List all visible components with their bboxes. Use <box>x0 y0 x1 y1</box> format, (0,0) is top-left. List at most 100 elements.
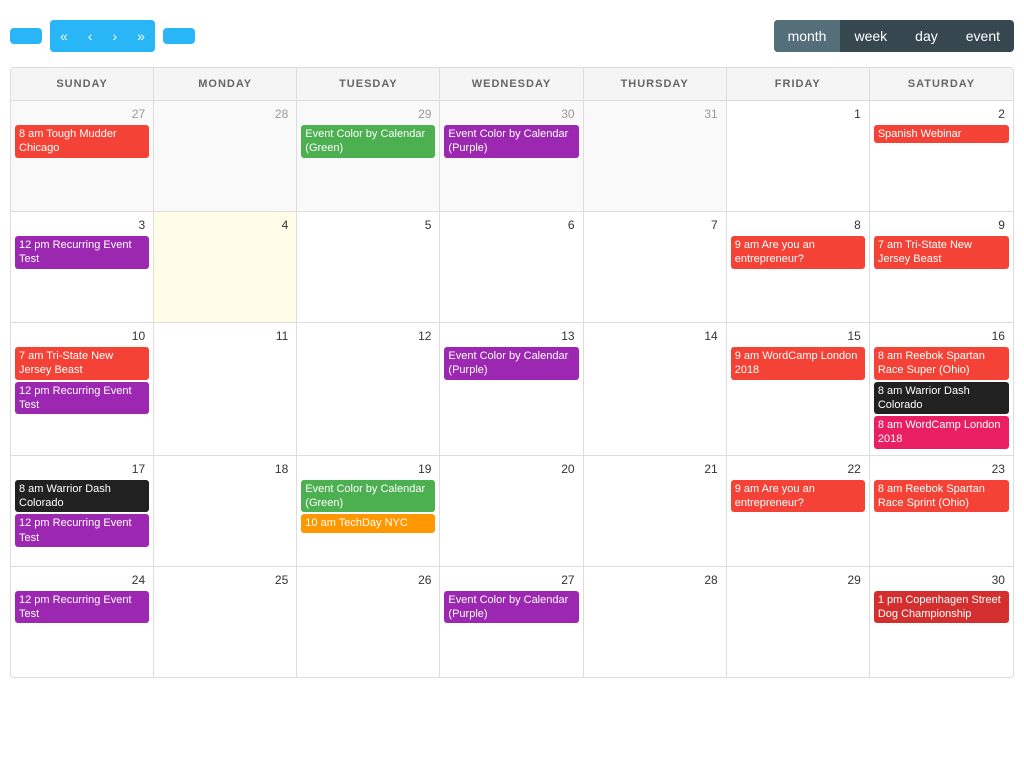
day-cell[interactable]: 2412 pm Recurring Event Test <box>11 567 154 677</box>
day-cell[interactable]: 12 <box>297 323 440 455</box>
day-header-friday: FRIDAY <box>727 68 870 100</box>
day-cell[interactable]: 178 am Warrior Dash Colorado12 pm Recurr… <box>11 456 154 566</box>
day-cell[interactable]: 4 <box>154 212 297 322</box>
calendar-event[interactable]: 12 pm Recurring Event Test <box>15 236 149 269</box>
day-cell[interactable]: 89 am Are you an entrepreneur? <box>727 212 870 322</box>
day-number: 11 <box>158 327 292 347</box>
day-number: 8 <box>731 216 865 236</box>
day-cell[interactable]: 107 am Tri-State New Jersey Beast12 pm R… <box>11 323 154 455</box>
calendar-event[interactable]: 1 pm Copenhagen Street Dog Championship <box>874 591 1009 624</box>
nav-prev-button[interactable]: ‹ <box>78 20 103 52</box>
week-row-4: 2412 pm Recurring Event Test252627Event … <box>11 567 1013 677</box>
day-number: 5 <box>301 216 435 236</box>
day-number: 27 <box>444 571 578 591</box>
day-cell[interactable]: 2Spanish Webinar <box>870 101 1013 211</box>
day-cell[interactable]: 28 <box>584 567 727 677</box>
calendar-event[interactable]: 8 am Warrior Dash Colorado <box>874 382 1009 415</box>
calendar-button[interactable] <box>10 28 42 44</box>
day-header-tuesday: TUESDAY <box>297 68 440 100</box>
day-number: 1 <box>731 105 865 125</box>
day-cell[interactable]: 1 <box>727 101 870 211</box>
day-number: 28 <box>158 105 292 125</box>
calendar-event[interactable]: 9 am Are you an entrepreneur? <box>731 236 865 269</box>
day-number: 20 <box>444 460 578 480</box>
day-number: 28 <box>588 571 722 591</box>
day-number: 24 <box>15 571 149 591</box>
day-number: 21 <box>588 460 722 480</box>
nav-button-group: « ‹ › » <box>50 20 155 52</box>
day-cell[interactable]: 7 <box>584 212 727 322</box>
calendar-grid: SUNDAYMONDAYTUESDAYWEDNESDAYTHURSDAYFRID… <box>10 67 1014 678</box>
calendar-event[interactable]: 8 am Tough Mudder Chicago <box>15 125 149 158</box>
day-cell[interactable]: 26 <box>297 567 440 677</box>
calendar-event[interactable]: Event Color by Calendar (Purple) <box>444 591 578 624</box>
calendar-event[interactable]: Event Color by Calendar (Purple) <box>444 347 578 380</box>
week-row-1: 312 pm Recurring Event Test456789 am Are… <box>11 212 1013 323</box>
day-cell[interactable]: 18 <box>154 456 297 566</box>
day-cell[interactable]: 11 <box>154 323 297 455</box>
today-button[interactable] <box>163 28 195 44</box>
day-number: 17 <box>15 460 149 480</box>
day-cell[interactable]: 229 am Are you an entrepreneur? <box>727 456 870 566</box>
view-week-button[interactable]: week <box>840 20 901 52</box>
day-number: 30 <box>444 105 578 125</box>
calendar-event[interactable]: 9 am WordCamp London 2018 <box>731 347 865 380</box>
day-header-saturday: SATURDAY <box>870 68 1013 100</box>
day-cell[interactable]: 14 <box>584 323 727 455</box>
calendar-event[interactable]: 7 am Tri-State New Jersey Beast <box>874 236 1009 269</box>
day-number: 7 <box>588 216 722 236</box>
day-cell[interactable]: 238 am Reebok Spartan Race Sprint (Ohio) <box>870 456 1013 566</box>
day-cell[interactable]: 31 <box>584 101 727 211</box>
day-cell[interactable]: 20 <box>440 456 583 566</box>
day-cell[interactable]: 25 <box>154 567 297 677</box>
day-cell[interactable]: 19Event Color by Calendar (Green)10 am T… <box>297 456 440 566</box>
calendar-event[interactable]: 12 pm Recurring Event Test <box>15 591 149 624</box>
weeks-container: 278 am Tough Mudder Chicago2829Event Col… <box>11 101 1013 677</box>
day-number: 23 <box>874 460 1009 480</box>
day-cell[interactable]: 13Event Color by Calendar (Purple) <box>440 323 583 455</box>
calendar-event[interactable]: 12 pm Recurring Event Test <box>15 514 149 547</box>
day-cell[interactable]: 21 <box>584 456 727 566</box>
day-number: 16 <box>874 327 1009 347</box>
calendar-event[interactable]: Event Color by Calendar (Green) <box>301 125 435 158</box>
day-number: 27 <box>15 105 149 125</box>
day-number: 13 <box>444 327 578 347</box>
calendar-event[interactable]: 9 am Are you an entrepreneur? <box>731 480 865 513</box>
view-event-button[interactable]: event <box>952 20 1014 52</box>
day-cell[interactable]: 312 pm Recurring Event Test <box>11 212 154 322</box>
calendar-event[interactable]: Event Color by Calendar (Purple) <box>444 125 578 158</box>
day-number: 14 <box>588 327 722 347</box>
day-cell[interactable]: 159 am WordCamp London 2018 <box>727 323 870 455</box>
nav-last-button[interactable]: » <box>127 20 155 52</box>
week-row-0: 278 am Tough Mudder Chicago2829Event Col… <box>11 101 1013 212</box>
day-number: 10 <box>15 327 149 347</box>
day-cell[interactable]: 27Event Color by Calendar (Purple) <box>440 567 583 677</box>
day-cell[interactable]: 28 <box>154 101 297 211</box>
day-cell[interactable]: 30Event Color by Calendar (Purple) <box>440 101 583 211</box>
view-month-button[interactable]: month <box>774 20 841 52</box>
day-cell[interactable]: 6 <box>440 212 583 322</box>
day-cell[interactable]: 29Event Color by Calendar (Green) <box>297 101 440 211</box>
day-cell[interactable]: 97 am Tri-State New Jersey Beast <box>870 212 1013 322</box>
calendar-event[interactable]: 10 am TechDay NYC <box>301 514 435 532</box>
calendar-event[interactable]: Spanish Webinar <box>874 125 1009 143</box>
nav-first-button[interactable]: « <box>50 20 78 52</box>
day-cell[interactable]: 301 pm Copenhagen Street Dog Championshi… <box>870 567 1013 677</box>
calendar-event[interactable]: 8 am Warrior Dash Colorado <box>15 480 149 513</box>
calendar-event[interactable]: 7 am Tri-State New Jersey Beast <box>15 347 149 380</box>
calendar-event[interactable]: 8 am WordCamp London 2018 <box>874 416 1009 449</box>
calendar-event[interactable]: 8 am Reebok Spartan Race Sprint (Ohio) <box>874 480 1009 513</box>
nav-next-button[interactable]: › <box>102 20 127 52</box>
day-cell[interactable]: 168 am Reebok Spartan Race Super (Ohio)8… <box>870 323 1013 455</box>
view-day-button[interactable]: day <box>901 20 952 52</box>
day-cell[interactable]: 29 <box>727 567 870 677</box>
day-cell[interactable]: 278 am Tough Mudder Chicago <box>11 101 154 211</box>
day-number: 12 <box>301 327 435 347</box>
day-number: 2 <box>874 105 1009 125</box>
day-number: 4 <box>158 216 292 236</box>
day-number: 6 <box>444 216 578 236</box>
calendar-event[interactable]: Event Color by Calendar (Green) <box>301 480 435 513</box>
calendar-event[interactable]: 8 am Reebok Spartan Race Super (Ohio) <box>874 347 1009 380</box>
calendar-event[interactable]: 12 pm Recurring Event Test <box>15 382 149 415</box>
day-cell[interactable]: 5 <box>297 212 440 322</box>
